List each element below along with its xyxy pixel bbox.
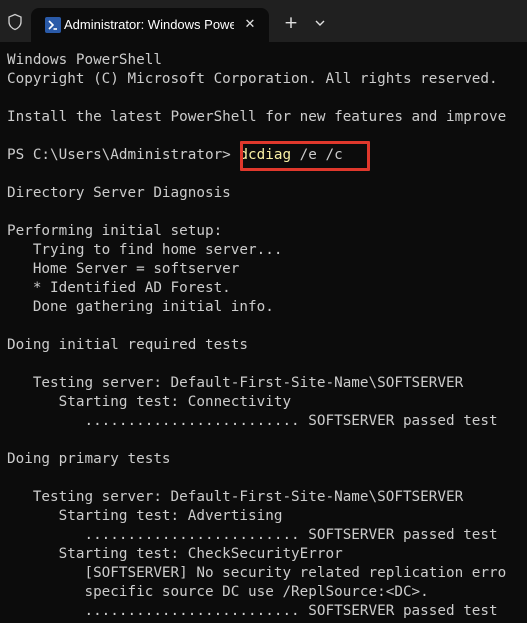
console-line: Trying to find home server... xyxy=(7,242,283,258)
console-line: Directory Server Diagnosis xyxy=(7,185,231,201)
title-bar: Administrator: Windows Powe ✕ + xyxy=(0,0,527,42)
console-line: Performing initial setup: xyxy=(7,223,223,239)
console-output[interactable]: Windows PowerShell Copyright (C) Microso… xyxy=(0,42,527,623)
console-line: Testing server: Default-First-Site-Name\… xyxy=(7,375,464,391)
console-line: Doing initial required tests xyxy=(7,337,249,353)
console-line: Done gathering initial info. xyxy=(7,299,274,315)
console-line: Starting test: Advertising xyxy=(7,508,283,524)
console-line: ......................... SOFTSERVER pas… xyxy=(7,527,498,543)
console-line: Testing server: Default-First-Site-Name\… xyxy=(7,489,464,505)
console-line: [SOFTSERVER] No security related replica… xyxy=(7,565,507,581)
console-line: Doing primary tests xyxy=(7,451,171,467)
console-line: Windows PowerShell xyxy=(7,52,162,68)
console-line: Install the latest PowerShell for new fe… xyxy=(7,109,507,125)
console-line: Starting test: CheckSecurityError xyxy=(7,546,343,562)
console-line: ......................... SOFTSERVER pas… xyxy=(7,413,498,429)
new-tab-button[interactable]: + xyxy=(282,14,300,32)
prompt-text: PS C:\Users\Administrator> xyxy=(7,147,231,163)
shield-icon[interactable] xyxy=(6,13,24,31)
chevron-down-icon[interactable] xyxy=(312,15,328,31)
console-line: * Identified AD Forest. xyxy=(7,280,231,296)
console-line: specific source DC use /ReplSource:<DC>. xyxy=(7,584,429,600)
tab-powershell[interactable]: Administrator: Windows Powe ✕ xyxy=(31,8,269,42)
powershell-icon xyxy=(45,17,61,33)
console-line: Home Server = softserver xyxy=(7,261,240,277)
console-line: Starting test: Connectivity xyxy=(7,394,292,410)
console-line: Copyright (C) Microsoft Corporation. All… xyxy=(7,71,498,87)
close-tab-icon[interactable]: ✕ xyxy=(241,16,259,34)
console-line: ......................... SOFTSERVER pas… xyxy=(7,603,498,619)
command-highlight xyxy=(240,141,370,171)
tab-title: Administrator: Windows Powe xyxy=(64,17,234,32)
